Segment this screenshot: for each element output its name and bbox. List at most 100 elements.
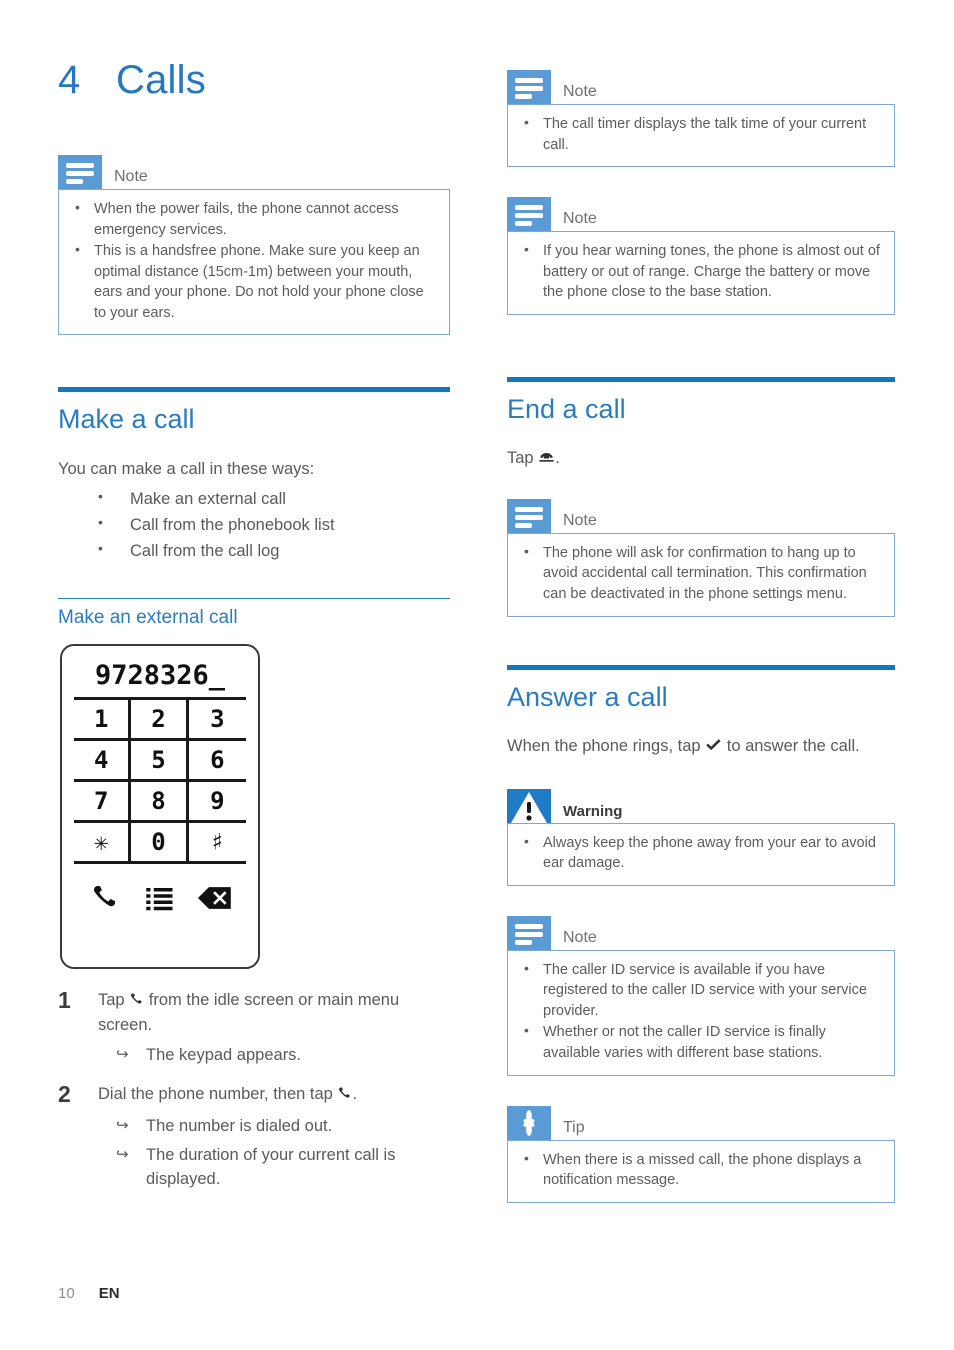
subheading-rule bbox=[58, 597, 450, 600]
heading-rule bbox=[507, 664, 895, 670]
callout-item: Whether or not the caller ID service is … bbox=[520, 1021, 882, 1063]
end-call-instruction: Tap . bbox=[507, 447, 895, 473]
left-column: Note When the power fails, the phone can… bbox=[58, 155, 450, 1205]
call-handset-icon bbox=[129, 991, 144, 1014]
callout-item: The caller ID service is available if yo… bbox=[520, 959, 882, 1022]
phonebook-list-icon bbox=[137, 876, 183, 920]
callout-header: Warning bbox=[507, 788, 895, 823]
callout-header: Note bbox=[58, 155, 450, 189]
step: 2 Dial the phone number, then tap . ↪ Th… bbox=[58, 1081, 450, 1191]
result-text: The duration of your current call is dis… bbox=[146, 1146, 396, 1188]
callout-item: When the power fails, the phone cannot a… bbox=[71, 198, 437, 240]
heading-rule bbox=[58, 387, 450, 393]
callout-header: Note bbox=[507, 70, 895, 104]
callout-tip-missed-call: Tip When there is a missed call, the pho… bbox=[507, 1105, 895, 1203]
keypad-key: 9 bbox=[210, 786, 225, 815]
section-heading-make-external-call: Make an external call bbox=[58, 607, 238, 629]
manual-page: 4 Calls Note When the power fails, the ph… bbox=[0, 0, 954, 1350]
note-icon bbox=[507, 915, 551, 950]
keypad-key-star: ✳ bbox=[74, 822, 132, 861]
page-number: 10 bbox=[58, 1285, 75, 1302]
section-heading-make-a-call: Make a call bbox=[58, 404, 195, 435]
callout-note-hangup-confirmation: Note The phone will ask for confirmation… bbox=[507, 498, 895, 617]
keypad-key: 1 bbox=[74, 699, 132, 738]
callout-item: This is a handsfree phone. Make sure you… bbox=[71, 240, 437, 323]
page-footer: 10 EN bbox=[58, 1285, 120, 1302]
section-make-external-call: Make an external call 9728326_ 1 2 3 4 5… bbox=[58, 597, 450, 1191]
keypad-action-row bbox=[74, 864, 246, 932]
callout-label: Tip bbox=[563, 1118, 585, 1136]
section-make-a-call: Make a call You can make a call in these… bbox=[58, 387, 450, 563]
callout-label: Note bbox=[563, 511, 597, 529]
result-text: The keypad appears. bbox=[146, 1045, 302, 1064]
warning-icon bbox=[507, 788, 551, 823]
section-answer-a-call: Answer a call When the phone rings, tap … bbox=[507, 664, 895, 1203]
step-body: Tap from the idle screen or main menu sc… bbox=[98, 987, 450, 1067]
keypad-key: 0 bbox=[131, 822, 189, 861]
callout-note-call-timer: Note The call timer displays the talk ti… bbox=[507, 70, 895, 168]
callout-label: Note bbox=[563, 83, 597, 100]
note-icon bbox=[58, 155, 102, 189]
callout-header: Note bbox=[507, 498, 895, 533]
keypad-display: 9728326_ bbox=[94, 659, 226, 691]
procedure-steps: 1 Tap from the idle screen or main menu … bbox=[58, 987, 450, 1191]
callout-item: The call timer displays the talk time of… bbox=[520, 113, 882, 155]
keypad-key-hash: ♯ bbox=[210, 827, 225, 856]
callout-item: Always keep the phone away from your ear… bbox=[520, 832, 882, 874]
result-arrow-icon: ↪ bbox=[116, 1116, 129, 1134]
callout-label: Warning bbox=[563, 802, 623, 820]
callout-body: The phone will ask for confirmation to h… bbox=[507, 532, 895, 617]
step-result: ↪ The number is dialed out. bbox=[98, 1115, 450, 1138]
heading-rule bbox=[507, 376, 895, 382]
step: 1 Tap from the idle screen or main menu … bbox=[58, 987, 450, 1067]
chapter-number: 4 bbox=[58, 58, 81, 102]
tip-icon bbox=[507, 1105, 551, 1140]
step-text: Tap from the idle screen or main menu sc… bbox=[98, 989, 450, 1038]
callout-body: When the power fails, the phone cannot a… bbox=[58, 189, 450, 336]
keypad-illustration: 9728326_ 1 2 3 4 5 6 7 8 9 ✳ 0 ♯ bbox=[60, 643, 260, 969]
list-item: Call from the phonebook list bbox=[98, 512, 450, 538]
step-text-before: Tap bbox=[98, 990, 125, 1009]
callout-body: Always keep the phone away from your ear… bbox=[507, 822, 895, 886]
step-text: Dial the phone number, then tap . bbox=[98, 1083, 450, 1108]
step-text-after: . bbox=[352, 1085, 358, 1104]
callout-header: Note bbox=[507, 915, 895, 950]
call-ways-list: Make an external call Call from the phon… bbox=[58, 486, 450, 563]
callout-body: The call timer displays the talk time of… bbox=[507, 104, 895, 168]
result-arrow-icon: ↪ bbox=[116, 1146, 129, 1164]
callout-body: When there is a missed call, the phone d… bbox=[507, 1139, 895, 1203]
answer-call-instruction: When the phone rings, tap to answer the … bbox=[507, 735, 895, 761]
callout-label: Note bbox=[114, 168, 148, 185]
instruction-text-before: Tap bbox=[507, 448, 534, 467]
chapter-title: Calls bbox=[116, 58, 206, 102]
instruction-text-after: . bbox=[555, 448, 560, 467]
call-icon bbox=[82, 876, 128, 920]
callout-note-warning-tones: Note If you hear warning tones, the phon… bbox=[507, 197, 895, 315]
callout-note-caller-id: Note The caller ID service is available … bbox=[507, 915, 895, 1076]
callout-item: The phone will ask for confirmation to h… bbox=[520, 542, 882, 605]
section-heading-end-a-call: End a call bbox=[507, 393, 626, 424]
keypad-key: 8 bbox=[131, 781, 189, 820]
callout-warning-ear-damage: Warning Always keep the phone away from … bbox=[507, 788, 895, 886]
section-end-a-call: End a call Tap . Note The phone will ask… bbox=[507, 376, 895, 617]
callout-item: When there is a missed call, the phone d… bbox=[520, 1149, 882, 1191]
callout-header: Note bbox=[507, 197, 895, 232]
note-icon bbox=[507, 197, 551, 232]
step-result: ↪ The duration of your current call is d… bbox=[98, 1144, 450, 1191]
keypad-row: 4 5 6 bbox=[74, 740, 246, 782]
keypad-key: 3 bbox=[210, 704, 225, 733]
step-text-before: Dial the phone number, then tap bbox=[98, 1085, 333, 1104]
keypad-row: 7 8 9 bbox=[74, 781, 246, 823]
step-number: 2 bbox=[58, 1081, 71, 1108]
note-icon bbox=[507, 70, 551, 104]
page-title: 4 Calls bbox=[58, 58, 206, 103]
section-heading-answer-a-call: Answer a call bbox=[507, 681, 668, 712]
callout-item: If you hear warning tones, the phone is … bbox=[520, 240, 882, 303]
note-icon bbox=[507, 498, 551, 533]
checkmark-icon bbox=[705, 737, 722, 761]
keypad-grid: 1 2 3 4 5 6 7 8 9 ✳ 0 ♯ bbox=[74, 696, 246, 864]
keypad-row: 1 2 3 bbox=[74, 699, 246, 741]
keypad-row: ✳ 0 ♯ bbox=[74, 822, 246, 864]
keypad-key: 2 bbox=[131, 699, 189, 738]
callout-label: Note bbox=[563, 210, 597, 228]
